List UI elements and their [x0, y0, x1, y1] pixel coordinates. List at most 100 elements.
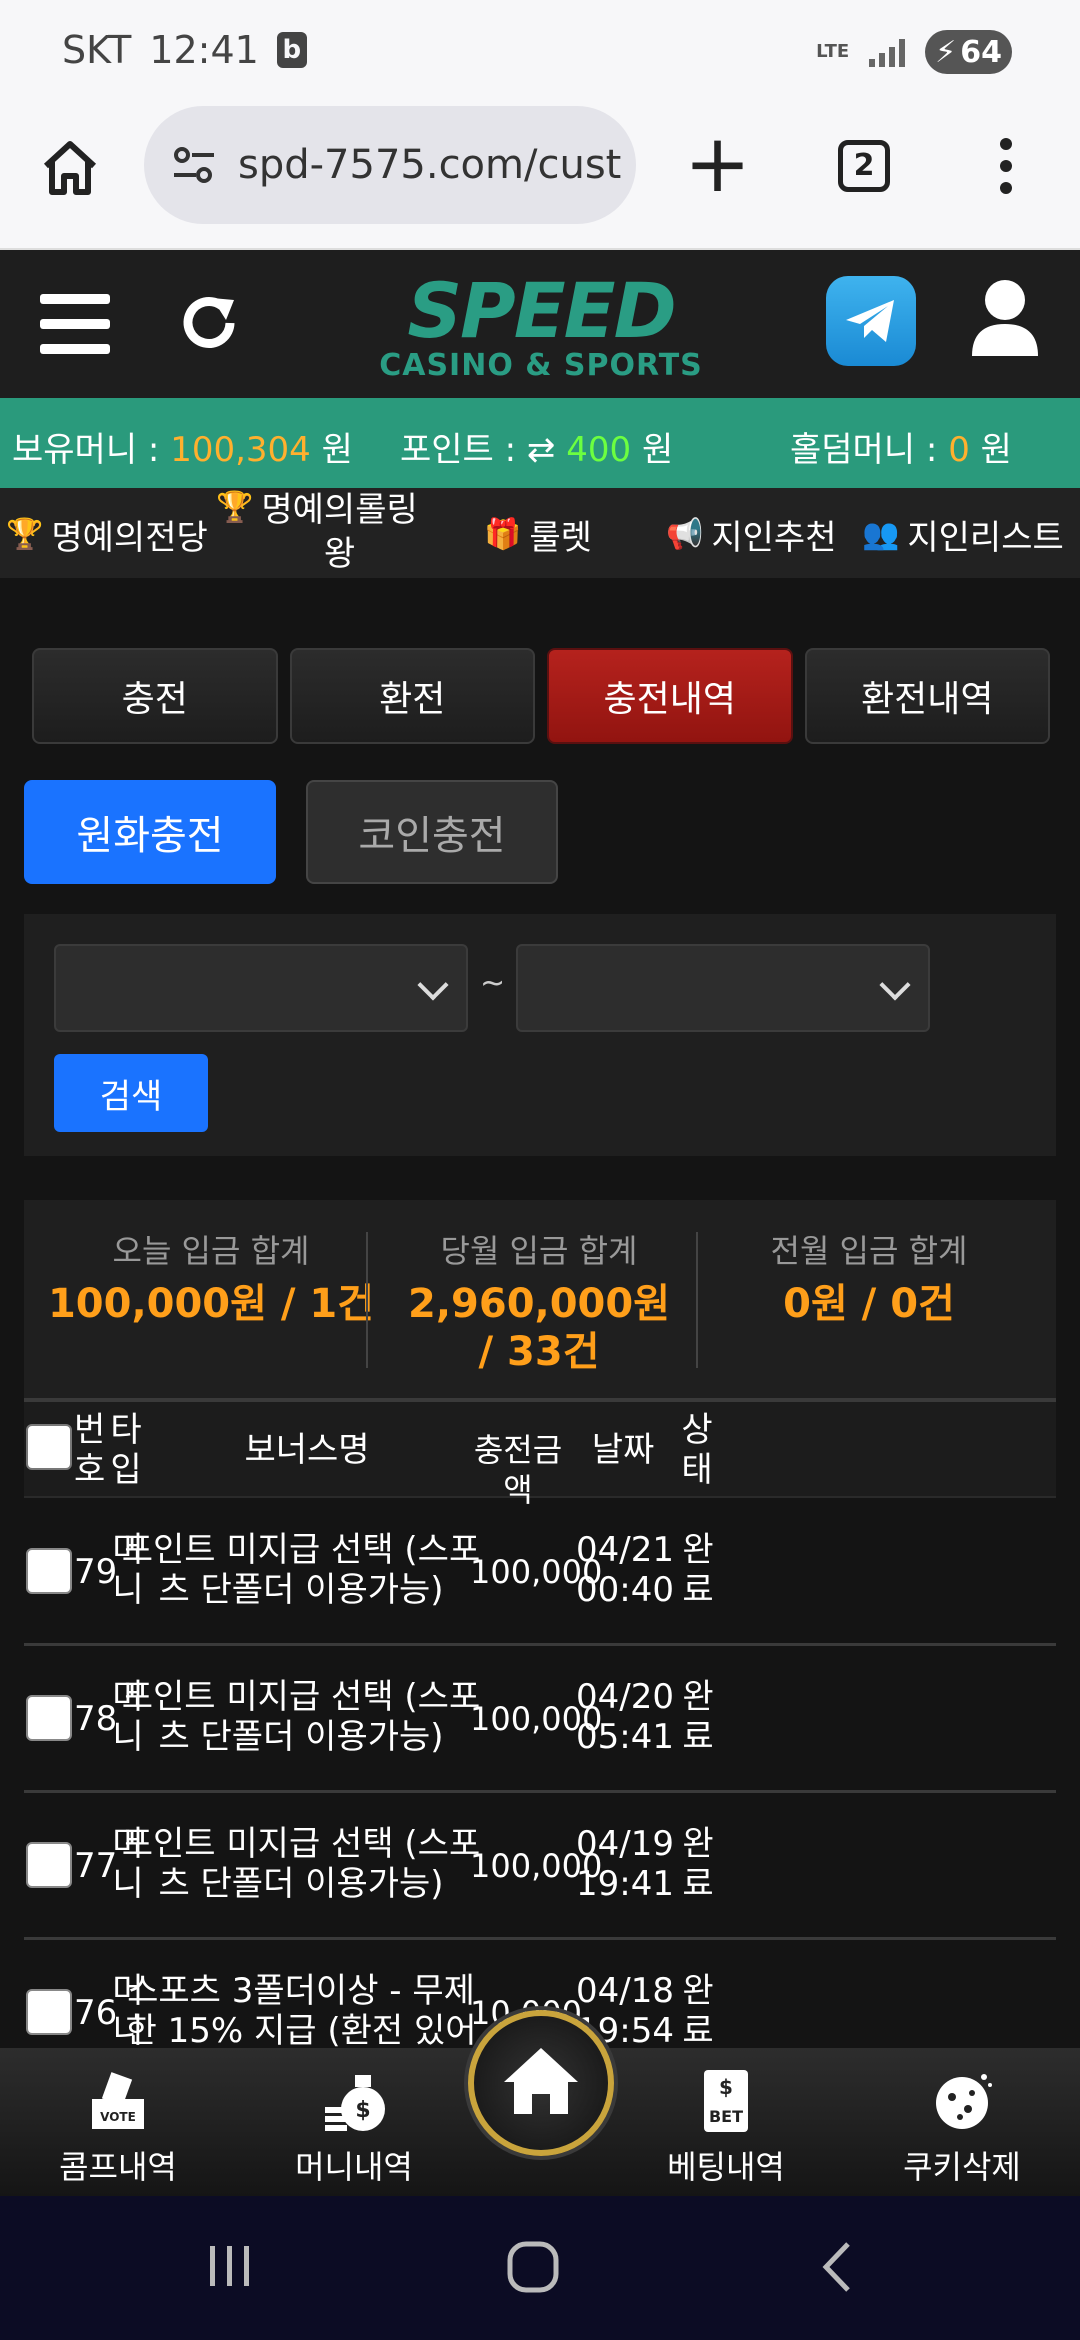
main-content: 충전 환전 충전내역 환전내역 원화충전 코인충전 ~ 검색 오늘 입금 합계 … [0, 578, 1080, 2048]
menu-rolling-king[interactable]: 🏆 명예의롤링 왕 [216, 488, 418, 576]
menu-referral-list-label: 지인리스트 [907, 518, 1064, 558]
browser-home-icon[interactable] [40, 138, 100, 198]
row-status: 완료 [682, 1530, 714, 1610]
table-row[interactable]: 79 머니 포인트 미지급 선택 (스포츠 단폴더 이용가능) 100,000 … [24, 1500, 1056, 1646]
table-row[interactable]: 77 머니 포인트 미지급 선택 (스포츠 단폴더 이용가능) 100,000 … [24, 1794, 1056, 1940]
user-profile-icon[interactable] [970, 278, 1040, 358]
holdem-money-label: 홀덤머니 : [790, 430, 938, 470]
menu-referral-label: 지인추천 [711, 518, 837, 558]
row-status: 완료 [682, 1971, 714, 2048]
tab-coin-deposit[interactable]: 코인충전 [306, 780, 558, 884]
header-type: 타입 [110, 1410, 142, 1490]
select-all-checkbox[interactable] [26, 1424, 72, 1470]
telegram-button[interactable] [826, 276, 916, 366]
logo-sub-text: CASINO & SPORTS [379, 348, 703, 383]
menu-hall-of-fame-label: 명예의전당 [51, 518, 208, 558]
new-tab-icon[interactable]: + [684, 124, 751, 204]
menu-rolling-king-line1: 명예의롤링 [261, 490, 418, 530]
tab-deposit[interactable]: 충전 [32, 648, 278, 744]
row-bonus: 스포츠 3폴더이상 - 무제한 15% 지급 (환전 있어도) [125, 1971, 477, 2048]
tab-withdraw[interactable]: 환전 [289, 648, 535, 744]
recent-apps-icon[interactable] [206, 2242, 254, 2290]
header-date: 날짜 [591, 1430, 655, 1470]
home-icon [504, 2048, 578, 2114]
row-no: 77 [74, 1846, 118, 1886]
site-logo[interactable]: SPEED CASINO & SPORTS [376, 273, 706, 386]
tab-withdraw-history[interactable]: 환전내역 [804, 648, 1050, 744]
bottom-nav-cookie[interactable]: 쿠키삭제 [872, 2066, 1052, 2188]
holding-money: 보유머니 : 100,304 원 [12, 422, 353, 471]
row-date-time: 00:40 [576, 1570, 674, 1610]
row-checkbox[interactable] [26, 1989, 72, 2035]
browser-menu-icon[interactable] [996, 138, 1016, 194]
menu-hall-of-fame[interactable]: 🏆 명예의전당 [6, 510, 208, 559]
header-bonus: 보너스명 [244, 1430, 370, 1470]
signal-icon [869, 37, 906, 67]
points-unit: 원 [641, 430, 674, 470]
chevron-down-icon [879, 969, 911, 1001]
tab-deposit-history[interactable]: 충전내역 [547, 648, 793, 744]
url-text: spd-7575.com/cust [238, 142, 622, 188]
exchange-arrows-icon[interactable]: ⇄ [527, 430, 556, 470]
bottom-nav-comp[interactable]: VOTE 콤프내역 [28, 2066, 208, 2188]
megaphone-icon: 📢 [666, 517, 704, 552]
table-row[interactable]: 78 머니 포인트 미지급 선택 (스포츠 단폴더 이용가능) 100,000 … [24, 1647, 1056, 1793]
vote-box-icon: VOTE [28, 2066, 208, 2136]
month-total: 당월 입금 합계 2,960,000원 / 33건 [374, 1226, 704, 1376]
row-date: 04/20 05:41 [570, 1677, 680, 1757]
bottom-nav-betting[interactable]: $ BET 베팅내역 [636, 2066, 816, 2188]
table-header: 번호 타입 보너스명 충전금액 날짜 상태 [24, 1398, 1056, 1509]
menu-referral[interactable]: 📢 지인추천 [666, 510, 836, 559]
row-date-day: 04/21 [576, 1530, 674, 1570]
home-button[interactable] [468, 2010, 614, 2156]
svg-text:$: $ [719, 2075, 733, 2099]
month-total-value: 2,960,000원 / 33건 [408, 1281, 671, 1375]
status-bar: SKT 12:41 b LTE ⚡ 64 [0, 0, 1080, 100]
row-checkbox[interactable] [26, 1548, 72, 1594]
bottom-nav-cookie-label: 쿠키삭제 [903, 2148, 1021, 2186]
menu-roulette[interactable]: 🎁 룰렛 [484, 510, 592, 559]
start-date-select[interactable] [54, 944, 468, 1032]
search-button[interactable]: 검색 [54, 1054, 208, 1132]
row-date-day: 04/20 [576, 1677, 674, 1717]
system-navigation-bar [0, 2196, 1080, 2340]
today-total: 오늘 입금 합계 100,000원 / 1건 [46, 1226, 376, 1328]
telegram-icon [846, 300, 894, 342]
row-checkbox[interactable] [26, 1842, 72, 1888]
holding-money-label: 보유머니 : [12, 430, 160, 470]
holdem-money-value: 0 [948, 430, 970, 470]
month-total-label: 당월 입금 합계 [440, 1232, 638, 1270]
date-search-panel: ~ 검색 [24, 914, 1056, 1156]
refresh-icon[interactable] [176, 290, 242, 356]
row-date: 04/19 19:41 [570, 1824, 680, 1904]
row-checkbox[interactable] [26, 1695, 72, 1741]
today-total-value: 100,000원 / 1건 [47, 1281, 375, 1327]
menu-referral-list[interactable]: 👥 지인리스트 [862, 510, 1064, 559]
points[interactable]: 포인트 : ⇄ 400 원 [400, 422, 673, 471]
row-status: 완료 [682, 1824, 714, 1904]
bottom-nav-money[interactable]: $ 머니내역 [264, 2066, 444, 2188]
tab-krw-deposit[interactable]: 원화충전 [24, 780, 276, 884]
battery-level: 64 [960, 34, 1002, 70]
charging-icon: ⚡ [935, 34, 957, 70]
bottom-nav-betting-label: 베팅내역 [667, 2148, 785, 2186]
back-icon[interactable] [818, 2240, 858, 2294]
end-date-select[interactable] [516, 944, 930, 1032]
users-icon: 👥 [862, 517, 900, 552]
row-date-day: 04/19 [576, 1824, 674, 1864]
vote-label: VOTE [100, 2110, 136, 2124]
system-home-icon[interactable] [506, 2240, 560, 2294]
header-amount: 충전금액 [473, 1431, 563, 1509]
bottom-nav-comp-label: 콤프내역 [59, 2148, 177, 2186]
hamburger-menu-icon[interactable] [40, 294, 110, 354]
cookie-icon [872, 2066, 1052, 2136]
currency-tabs: 원화충전 코인충전 [24, 780, 558, 884]
last-month-total-label: 전월 입금 합계 [770, 1232, 968, 1270]
row-amount: 100,000 [470, 1847, 603, 1885]
bet-label: BET [709, 2107, 743, 2126]
site-settings-icon[interactable] [172, 145, 216, 185]
trophy-icon: 🏆 [216, 490, 254, 525]
address-bar[interactable]: spd-7575.com/cust [144, 106, 636, 224]
row-bonus: 포인트 미지급 선택 (스포츠 단폴더 이용가능) [121, 1530, 481, 1610]
tab-switcher-button[interactable]: 2 [838, 140, 890, 192]
